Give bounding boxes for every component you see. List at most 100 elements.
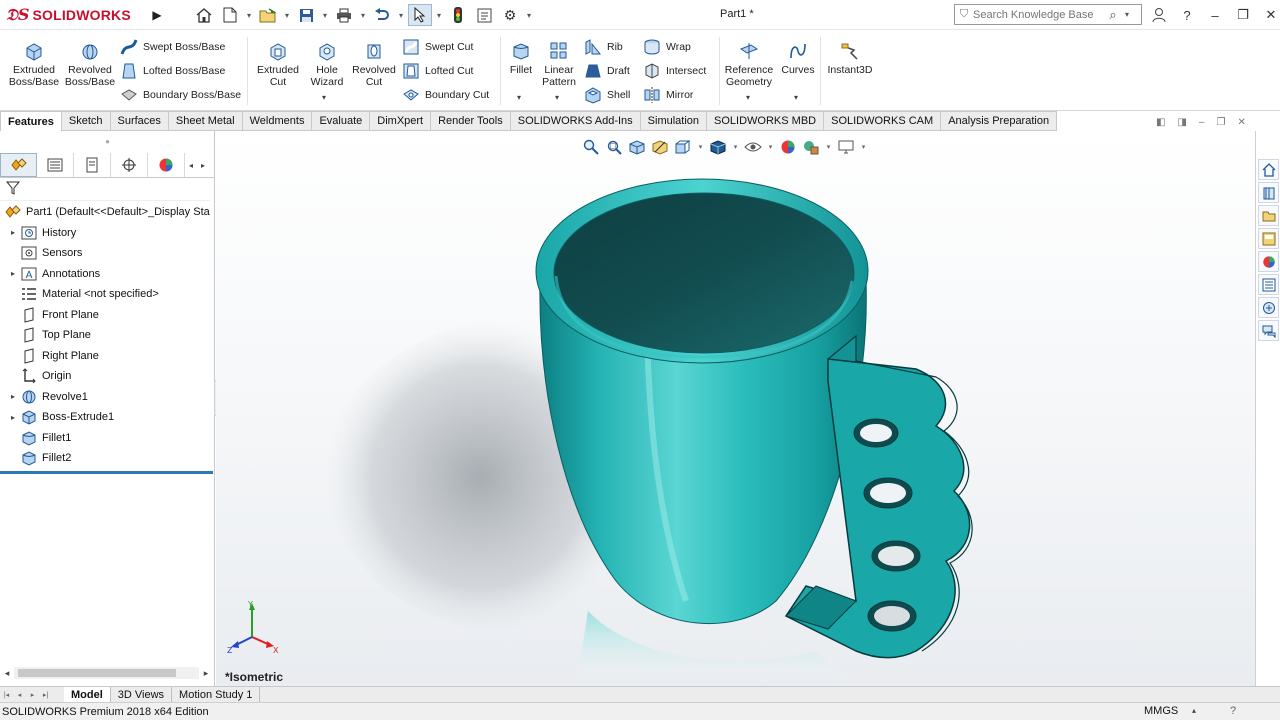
lofted-boss-button[interactable]: Lofted Boss/Base [120,61,225,81]
tree-horizontal-scrollbar[interactable]: ◂ ▸ [0,665,213,681]
tree-item-origin[interactable]: Origin [0,366,215,387]
unit-system[interactable]: MMGS [1144,705,1178,717]
first-tab-icon[interactable]: |◂ [0,687,13,702]
doc-minimize-icon[interactable]: – [1199,117,1205,128]
shell-button[interactable]: Shell [584,85,630,105]
menu-expand-arrow-icon[interactable]: ▶ [147,4,167,26]
open-folder-icon[interactable] [256,4,280,26]
search-dropdown-icon[interactable]: ▾ [1121,10,1133,19]
instant3d-button[interactable]: Instant3D [824,41,876,76]
swept-boss-button[interactable]: Swept Boss/Base [120,37,225,57]
doc-restore-icon[interactable]: ❐ [1216,117,1225,128]
status-help-icon[interactable]: ? [1230,705,1236,717]
solidworks-logo[interactable]: 𝔇S SOLIDWORKS [6,5,131,25]
tree-item-material[interactable]: Material <not specified> [0,284,215,305]
expand-arrow-icon[interactable]: ▸ [6,228,20,237]
custom-properties-icon[interactable] [1258,274,1279,295]
search-input[interactable] [973,8,1105,21]
configuration-manager-tab-icon[interactable] [74,153,111,177]
revolved-cut-button[interactable]: Revolved Cut [350,41,398,88]
undo-icon[interactable] [370,4,394,26]
curves-button[interactable]: Curves [780,41,816,76]
tab-simulation[interactable]: Simulation [640,111,708,131]
next-tab-icon[interactable]: ▸ [26,687,39,702]
doc-close-icon[interactable]: ✕ [1237,117,1245,128]
new-dropdown-icon[interactable]: ▾ [244,4,254,26]
unit-system-dropdown-icon[interactable]: ▴ [1192,706,1196,715]
tree-item-right-plane[interactable]: Right Plane [0,346,215,367]
help-question-icon[interactable]: ? [1176,4,1198,26]
prev-tab-icon[interactable]: ◂ [13,687,26,702]
tab-render-tools[interactable]: Render Tools [431,111,511,131]
extruded-cut-button[interactable]: Extruded Cut [254,41,302,88]
home-icon[interactable] [192,4,216,26]
tree-item-fillet1[interactable]: Fillet1 [0,428,215,449]
undo-dropdown-icon[interactable]: ▾ [396,4,406,26]
hole-wizard-dropdown-icon[interactable]: ▾ [322,93,326,102]
filter-funnel-icon[interactable] [5,181,21,198]
scroll-right-icon[interactable]: ▸ [199,668,213,679]
hole-wizard-button[interactable]: Hole Wizard [306,41,348,88]
print-icon[interactable] [332,4,356,26]
draft-button[interactable]: Draft [584,61,630,81]
community-chat-icon[interactable] [1258,320,1279,341]
tab-features[interactable]: Features [0,111,62,131]
tab-sketch[interactable]: Sketch [61,111,111,131]
tree-filter[interactable] [0,179,210,201]
feature-manager-tab-icon[interactable] [0,153,37,177]
print-dropdown-icon[interactable]: ▾ [358,4,368,26]
curves-dropdown-icon[interactable]: ▾ [794,93,798,102]
pane-grip[interactable]: ● [0,131,215,151]
tree-item-history[interactable]: ▸ History [0,223,215,244]
display-manager-tab-icon[interactable] [148,153,185,177]
options-dropdown-icon[interactable]: ▾ [524,4,534,26]
tab-analysis-preparation[interactable]: Analysis Preparation [941,111,1058,131]
fillet-button[interactable]: Fillet [506,41,536,76]
mirror-button[interactable]: Mirror [643,85,693,105]
file-properties-icon[interactable] [472,4,496,26]
tab-solidworks-mbd[interactable]: SOLIDWORKS MBD [707,111,825,131]
boundary-cut-button[interactable]: Boundary Cut [402,85,489,105]
fillet-dropdown-icon[interactable]: ▾ [517,93,521,102]
expand-arrow-icon[interactable]: ▸ [6,392,20,401]
search-scope-icon[interactable]: ⛉ [955,8,973,21]
graphics-area[interactable]: ▾ ▾ ▾ ▾ ▾ Y X Z *Isometric [216,131,1255,687]
swept-cut-button[interactable]: Swept Cut [402,37,473,57]
scroll-track[interactable] [14,667,199,679]
tab-sheet-metal[interactable]: Sheet Metal [168,111,243,131]
user-account-icon[interactable] [1148,4,1170,26]
tab-weldments[interactable]: Weldments [242,111,313,131]
bottom-tab-motion-study-1[interactable]: Motion Study 1 [172,687,261,702]
last-tab-icon[interactable]: ▸| [39,687,52,702]
tree-item-fillet2[interactable]: Fillet2 [0,448,215,469]
tree-item-boss-extrude1[interactable]: ▸ Boss-Extrude1 [0,407,215,428]
options-gear-icon[interactable]: ⚙ [498,4,522,26]
tree-item-front-plane[interactable]: Front Plane [0,305,215,326]
open-dropdown-icon[interactable]: ▾ [282,4,292,26]
tree-root-part[interactable]: Part1 (Default<<Default>_Display Sta [0,202,215,223]
tab-evaluate[interactable]: Evaluate [312,111,371,131]
tab-surfaces[interactable]: Surfaces [110,111,169,131]
bottom-tab-3d-views[interactable]: 3D Views [111,687,173,702]
tabs-scroll-right-icon[interactable]: ▸ [197,153,209,177]
extruded-boss-button[interactable]: Extruded Boss/Base [8,41,60,88]
new-document-icon[interactable] [218,4,242,26]
rollback-bar[interactable] [0,471,213,474]
search-icon[interactable]: ⌕ [1105,7,1121,23]
intersect-button[interactable]: Intersect [643,61,706,81]
rib-button[interactable]: Rib [584,37,623,57]
tree-item-sensors[interactable]: Sensors [0,243,215,264]
revolved-boss-button[interactable]: Revolved Boss/Base [64,41,116,88]
linear-pattern-button[interactable]: Linear Pattern [540,41,578,88]
select-dropdown-icon[interactable]: ▾ [434,4,444,26]
wrap-button[interactable]: Wrap [643,37,691,57]
bottom-tab-model[interactable]: Model [64,687,111,702]
reference-geometry-button[interactable]: Reference Geometry [722,41,776,88]
reference-geometry-dropdown-icon[interactable]: ▾ [746,93,750,102]
linear-pattern-dropdown-icon[interactable]: ▾ [555,93,559,102]
dimxpert-manager-tab-icon[interactable] [111,153,148,177]
scroll-thumb[interactable] [18,669,176,677]
save-dropdown-icon[interactable]: ▾ [320,4,330,26]
knowledge-base-search[interactable]: ⛉ ⌕ ▾ [954,4,1142,25]
tile-left-icon[interactable]: ◧ [1156,117,1165,128]
